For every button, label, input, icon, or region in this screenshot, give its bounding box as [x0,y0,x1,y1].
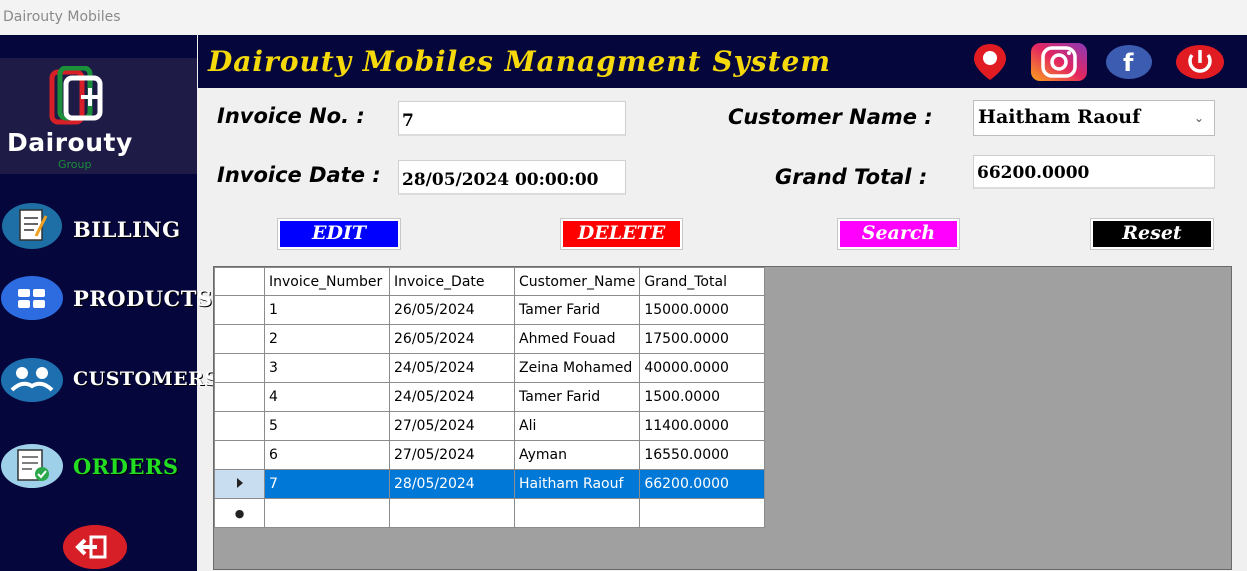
row-header[interactable] [214,324,265,354]
cell-invoice-date[interactable]: 28/05/2024 [389,469,515,499]
cell-grand-total[interactable]: 40000.0000 [639,353,766,383]
grand-total-label: Grand Total : [775,165,928,189]
cell-empty[interactable] [264,498,390,528]
cell-empty[interactable] [639,498,766,528]
invoice-date-field[interactable]: 28/05/2024 00:00:00 [398,160,626,195]
cell-customer-name[interactable]: Zeina Mohamed [513,353,641,383]
cell-customer-name[interactable]: Ayman [513,440,641,470]
cell-grand-total[interactable]: 15000.0000 [639,295,766,325]
cell-customer-name[interactable]: Ahmed Fouad [513,324,641,354]
row-header[interactable]: ● [214,498,265,528]
logo-subtitle: Group [58,158,92,171]
grand-total-field[interactable]: 66200.0000 [973,155,1215,189]
power-icon[interactable] [1175,42,1225,82]
cell-invoice-number[interactable]: 3 [264,353,390,383]
cell-invoice-date[interactable]: 24/05/2024 [389,353,515,383]
grid-tiles-icon [1,276,63,320]
orders-table: Invoice_Number Invoice_Date Customer_Nam… [214,267,766,528]
cell-customer-name[interactable]: Ali [513,411,641,441]
logo-text: Dairouty [7,128,133,157]
cell-grand-total[interactable]: 1500.0000 [639,382,766,412]
svg-text:f: f [1123,49,1134,77]
cell-invoice-number[interactable]: 4 [264,382,390,412]
column-header[interactable]: Invoice_Date [389,267,515,296]
cell-invoice-date[interactable]: 27/05/2024 [389,440,515,470]
customer-name-label: Customer Name : [728,105,933,129]
row-header-corner [214,267,265,296]
logo: Dairouty Group [0,58,197,174]
customer-name-select[interactable]: Haitham Raouf ⌄ [973,100,1215,136]
cell-customer-name[interactable]: Tamer Farid [513,382,641,412]
table-row[interactable]: 3 24/05/2024 Zeina Mohamed 40000.0000 [214,353,766,383]
row-header[interactable] [214,440,265,470]
cell-grand-total[interactable]: 11400.0000 [639,411,766,441]
search-button[interactable]: Search [837,218,960,250]
invoice-no-field[interactable]: 7 [398,101,626,136]
orders-grid[interactable]: Invoice_Number Invoice_Date Customer_Nam… [213,266,1232,570]
facebook-icon[interactable]: f [1105,42,1153,82]
sidebar-item-products[interactable]: PRODUCTS [0,271,212,327]
row-header[interactable] [214,469,265,499]
handshake-icon [1,358,63,402]
window-titlebar: Dairouty Mobiles [0,0,1247,34]
sidebar-item-billing[interactable]: BILLING [0,199,197,255]
table-row[interactable]: 5 27/05/2024 Ali 11400.0000 [214,411,766,441]
sidebar-item-label: BILLING [73,217,181,242]
current-row-arrow-icon [236,478,243,488]
chevron-down-icon: ⌄ [1193,111,1204,125]
new-row-asterisk-icon: ● [234,507,245,520]
orders-checklist-icon [1,444,63,488]
column-header[interactable]: Customer_Name [513,267,641,296]
page-title: Dairouty Mobiles Managment System [208,45,831,78]
table-new-row[interactable]: ● [214,498,766,528]
instagram-icon[interactable] [1030,42,1088,82]
sidebar-item-label: PRODUCTS [73,286,213,311]
cell-invoice-number[interactable]: 2 [264,324,390,354]
cell-invoice-number[interactable]: 5 [264,411,390,441]
cell-invoice-date[interactable]: 24/05/2024 [389,382,515,412]
sidebar-item-orders[interactable]: ORDERS [0,439,197,495]
cell-invoice-number[interactable]: 1 [264,295,390,325]
location-pin-icon[interactable] [970,42,1010,82]
edit-button[interactable]: EDIT [277,218,401,250]
row-header[interactable] [214,295,265,325]
cell-grand-total[interactable]: 66200.0000 [639,469,766,499]
cell-invoice-number[interactable]: 7 [264,469,390,499]
sidebar-item-customers[interactable]: CUSTOMERS [0,353,218,409]
column-header[interactable]: Grand_Total [639,267,766,296]
row-header[interactable] [214,353,265,383]
billing-clipboard-icon [2,203,62,249]
cell-grand-total[interactable]: 16550.0000 [639,440,766,470]
row-header[interactable] [214,411,265,441]
cell-empty[interactable] [389,498,515,528]
table-row[interactable]: 4 24/05/2024 Tamer Farid 1500.0000 [214,382,766,412]
column-header[interactable]: Invoice_Number [264,267,390,296]
window-title: Dairouty Mobiles [3,9,121,25]
invoice-date-label: Invoice Date : [217,163,381,187]
cell-grand-total[interactable]: 17500.0000 [639,324,766,354]
table-row-selected[interactable]: 7 28/05/2024 Haitham Raouf 66200.0000 [214,469,766,499]
table-header-row: Invoice_Number Invoice_Date Customer_Nam… [214,267,766,296]
table-row[interactable]: 6 27/05/2024 Ayman 16550.0000 [214,440,766,470]
reset-button[interactable]: Reset [1090,218,1214,250]
cell-invoice-date[interactable]: 27/05/2024 [389,411,515,441]
delete-button[interactable]: DELETE [560,218,683,250]
row-header[interactable] [214,382,265,412]
table-row[interactable]: 1 26/05/2024 Tamer Farid 15000.0000 [214,295,766,325]
cell-invoice-date[interactable]: 26/05/2024 [389,295,515,325]
invoice-no-label: Invoice No. : [217,104,365,128]
customer-name-value: Haitham Raouf [978,106,1141,128]
header-bar: Dairouty Mobiles Managment System f [198,35,1247,88]
sidebar-item-label: ORDERS [73,454,179,479]
exit-icon[interactable] [63,525,127,569]
sidebar-item-label: CUSTOMERS [73,368,219,390]
cell-invoice-date[interactable]: 26/05/2024 [389,324,515,354]
cell-customer-name[interactable]: Tamer Farid [513,295,641,325]
logo-phone-icon [49,66,103,125]
table-row[interactable]: 2 26/05/2024 Ahmed Fouad 17500.0000 [214,324,766,354]
cell-empty[interactable] [513,498,641,528]
cell-invoice-number[interactable]: 6 [264,440,390,470]
cell-customer-name[interactable]: Haitham Raouf [513,469,641,499]
sidebar: Dairouty Group BILLING PRODUCTS CUSTOMER… [0,35,218,571]
